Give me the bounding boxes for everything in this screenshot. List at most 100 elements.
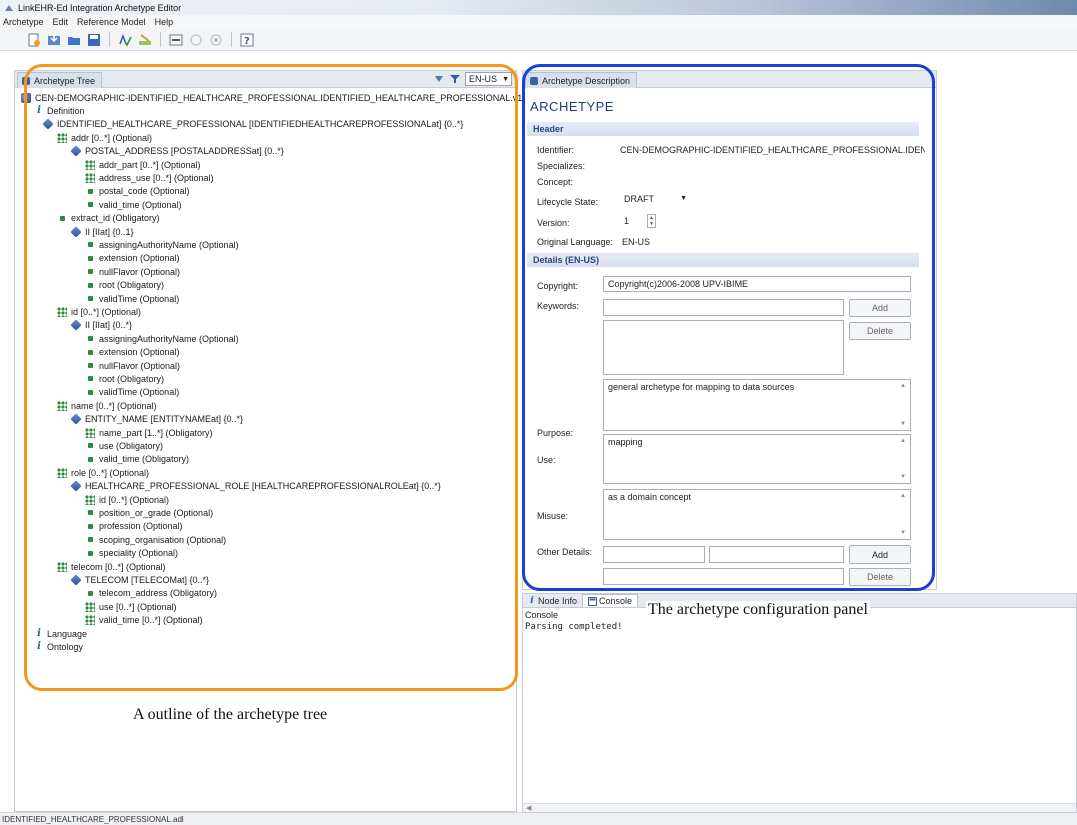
tree-node[interactable]: extension (Optional) — [85, 252, 180, 265]
language-select[interactable]: EN-US ▼ — [464, 72, 512, 86]
use-textarea[interactable]: mapping ▲ ▼ — [603, 434, 911, 484]
tree-node[interactable]: name_part [1..*] (Obligatory) — [85, 426, 213, 439]
version-stepper[interactable]: 1 ▲ ▼ — [620, 214, 658, 229]
tree-node[interactable]: id [0..*] (Optional) — [85, 493, 169, 506]
tree-node[interactable]: II [IIat] {0..1} — [70, 225, 134, 238]
tree-node[interactable]: validTime (Optional) — [85, 292, 179, 305]
scroll-left-icon[interactable]: ◀ — [526, 805, 531, 812]
copyright-field[interactable]: Copyright(c)2006-2008 UPV-IBIME — [603, 276, 911, 292]
chevron-down-icon: ▼ — [502, 76, 509, 83]
tree-node[interactable]: valid_time [0..*] (Optional) — [85, 614, 203, 627]
purpose-textarea[interactable]: general archetype for mapping to data so… — [603, 379, 911, 431]
tree-node[interactable]: telecom [0..*] (Optional) — [57, 560, 166, 573]
tools-button[interactable] — [137, 32, 153, 48]
other-details-list[interactable] — [603, 568, 844, 585]
tree-node[interactable]: i Definition — [35, 104, 84, 117]
tab-archetype-description[interactable]: Archetype Description — [525, 72, 638, 88]
single-attribute-icon — [88, 202, 93, 208]
tree-node[interactable]: extract_id (Obligatory) — [57, 212, 160, 225]
adl-button[interactable] — [168, 32, 184, 48]
spellcheck-button[interactable] — [117, 32, 133, 48]
tree-node[interactable]: use (Obligatory) — [85, 439, 163, 452]
tree-node[interactable]: extension (Optional) — [85, 346, 180, 359]
tree-node[interactable]: nullFlavor (Optional) — [85, 265, 180, 278]
menu-edit[interactable]: Edit — [53, 17, 69, 27]
tree-node[interactable]: name [0..*] (Optional) — [57, 399, 157, 412]
tree-node[interactable]: telecom_address (Obligatory) — [85, 587, 217, 600]
tree-node[interactable]: TELECOM [TELECOMat] {0..*} — [70, 573, 209, 586]
tree-node[interactable]: valid_time (Obligatory) — [85, 453, 189, 466]
tree-node-label: position_or_grade (Optional) — [99, 507, 214, 518]
tree-node[interactable]: role [0..*] (Optional) — [57, 466, 149, 479]
save-icon — [88, 33, 100, 46]
collapse-icon[interactable] — [433, 73, 445, 85]
tree-node[interactable]: addr [0..*] (Optional) — [57, 131, 152, 144]
stepper-arrows-icon[interactable]: ▲ ▼ — [647, 214, 656, 228]
horizontal-scrollbar[interactable]: ◀ — [523, 803, 1076, 812]
other-details-key-input[interactable] — [603, 546, 705, 563]
menu-archetype[interactable]: Archetype — [3, 17, 44, 27]
tree-node-label: name_part [1..*] (Obligatory) — [99, 427, 213, 438]
status-bar: IDENTIFIED_HEALTHCARE_PROFESSIONAL.adl — [0, 812, 1077, 825]
tree-node[interactable]: nullFlavor (Optional) — [85, 359, 180, 372]
single-attribute-icon — [88, 336, 93, 342]
new-archetype-button[interactable] — [26, 32, 42, 48]
tree-node[interactable]: scoping_organisation (Optional) — [85, 533, 226, 546]
tree-node[interactable]: II [IIat] {0..*} — [70, 319, 132, 332]
tab-node-info[interactable]: i Node Info — [523, 594, 582, 607]
tree-node[interactable]: addr_part [0..*] (Optional) — [85, 158, 201, 171]
use-label: Use: — [537, 455, 556, 465]
delete-keyword-button[interactable]: Delete — [849, 322, 911, 340]
filter-icon[interactable] — [449, 73, 461, 85]
help-button[interactable]: ? — [239, 32, 255, 48]
tree-node[interactable]: i Language — [35, 627, 87, 640]
tree-node[interactable]: position_or_grade (Optional) — [85, 506, 213, 519]
tab-console[interactable]: Console — [582, 594, 639, 607]
toolbar-separator — [160, 32, 161, 47]
misuse-textarea[interactable]: as a domain concept ▲ ▼ — [603, 489, 911, 540]
tree-node[interactable]: IDENTIFIED_HEALTHCARE_PROFESSIONAL [IDEN… — [42, 118, 463, 131]
disabled-button-2[interactable] — [208, 32, 224, 48]
add-other-detail-button[interactable]: Add — [849, 545, 911, 564]
tab-archetype-tree[interactable]: Archetype Tree — [17, 72, 103, 88]
tree-node[interactable]: root (Obligatory) — [85, 372, 164, 385]
import-button[interactable] — [46, 32, 62, 48]
menu-reference-model[interactable]: Reference Model — [77, 17, 146, 27]
save-button[interactable] — [86, 32, 102, 48]
disabled-button-1[interactable] — [188, 32, 204, 48]
tree-node[interactable]: i Ontology — [35, 640, 83, 653]
tree-node[interactable]: POSTAL_ADDRESS [POSTALADDRESSat] {0..*} — [70, 145, 284, 158]
open-button[interactable] — [66, 32, 82, 48]
tree-node[interactable]: valid_time (Optional) — [85, 198, 182, 211]
tree-node[interactable]: postal_code (Optional) — [85, 185, 190, 198]
keywords-list[interactable] — [603, 320, 844, 375]
scrollbar[interactable]: ▲ ▼ — [900, 438, 908, 480]
delete-other-detail-button[interactable]: Delete — [849, 568, 911, 586]
copyright-label: Copyright: — [537, 281, 579, 291]
keywords-input[interactable] — [603, 299, 844, 316]
tree-node[interactable]: speciality (Optional) — [85, 547, 178, 560]
lifecycle-state-select[interactable]: DRAFT ▼ — [620, 192, 691, 208]
single-attribute-icon — [88, 349, 93, 355]
other-details-value-input[interactable] — [709, 546, 844, 563]
tree-node[interactable]: address_use [0..*] (Optional) — [85, 171, 214, 184]
tree-node-label: postal_code (Optional) — [99, 186, 190, 197]
single-attribute-icon — [88, 282, 93, 288]
tree-node[interactable]: assigningAuthorityName (Optional) — [85, 238, 239, 251]
scrollbar[interactable]: ▲ ▼ — [900, 493, 908, 536]
tree-node[interactable]: id [0..*] (Optional) — [57, 305, 141, 318]
add-keyword-button[interactable]: Add — [849, 299, 911, 317]
archetype-heading: ARCHETYPE — [530, 99, 614, 114]
scrollbar[interactable]: ▲ ▼ — [900, 383, 908, 427]
menu-help[interactable]: Help — [155, 17, 174, 27]
tree-node[interactable]: CEN-DEMOGRAPHIC-IDENTIFIED_HEALTHCARE_PR… — [21, 91, 522, 104]
tree-node[interactable]: profession (Optional) — [85, 520, 183, 533]
tree-node[interactable]: use [0..*] (Optional) — [85, 600, 177, 613]
tree-node[interactable]: validTime (Optional) — [85, 386, 179, 399]
tree-node[interactable]: assigningAuthorityName (Optional) — [85, 332, 239, 345]
tree-node[interactable]: root (Obligatory) — [85, 279, 164, 292]
tree-node[interactable]: HEALTHCARE_PROFESSIONAL_ROLE [HEALTHCARE… — [70, 480, 441, 493]
single-attribute-icon — [88, 537, 93, 543]
tree-node[interactable]: ENTITY_NAME [ENTITYNAMEat] {0..*} — [70, 413, 243, 426]
tree-node-label: valid_time [0..*] (Optional) — [99, 615, 203, 626]
